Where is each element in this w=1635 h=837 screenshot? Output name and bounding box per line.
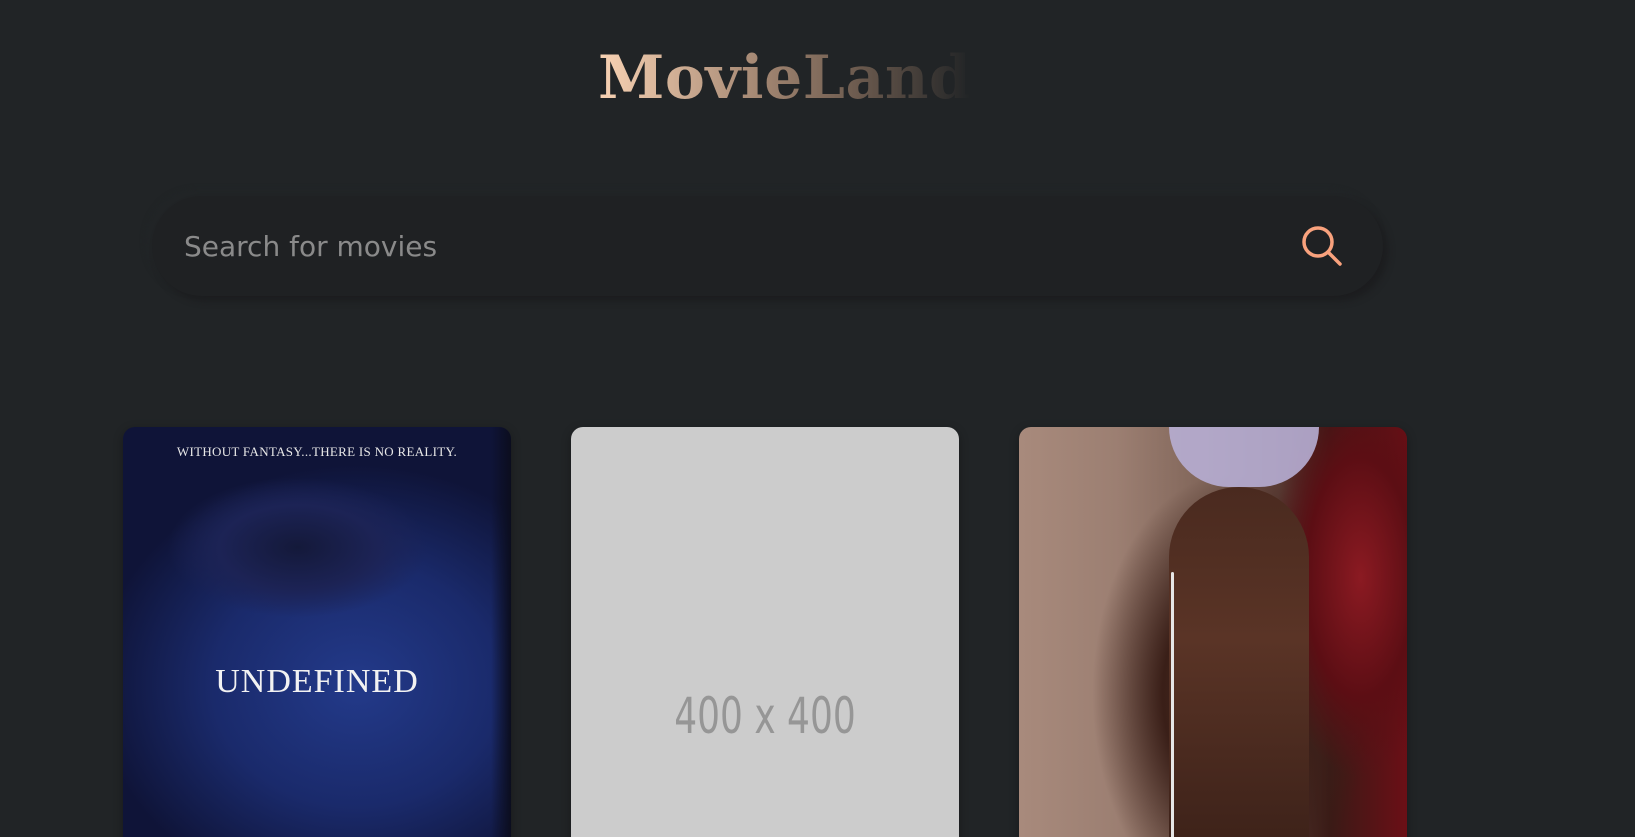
poster-image-headband xyxy=(1169,427,1319,487)
poster-image-earphone xyxy=(1171,572,1174,837)
movie-card[interactable]: 400 x 400 xyxy=(571,427,959,837)
movie-card[interactable] xyxy=(1019,427,1407,837)
poster-tagline: WITHOUT FANTASY...THERE IS NO REALITY. xyxy=(176,444,458,459)
poster-placeholder-label: 400 x 400 xyxy=(674,687,856,745)
search-icon[interactable] xyxy=(1297,221,1347,271)
poster-edge-shade xyxy=(491,427,511,837)
movie-list: WITHOUT FANTASY...THERE IS NO REALITY. U… xyxy=(123,427,1407,837)
movie-card[interactable]: WITHOUT FANTASY...THERE IS NO REALITY. U… xyxy=(123,427,511,837)
poster-title: UNDEFINED xyxy=(215,663,419,700)
search-input[interactable] xyxy=(184,229,1297,263)
search-icon-graphic xyxy=(1302,226,1342,266)
search-bar xyxy=(152,196,1383,296)
poster-image-figure xyxy=(1169,487,1309,837)
app-root: MovieLand WITHOUT FANTASY...THERE IS NO … xyxy=(0,0,1635,837)
page-title: MovieLand xyxy=(598,38,971,118)
